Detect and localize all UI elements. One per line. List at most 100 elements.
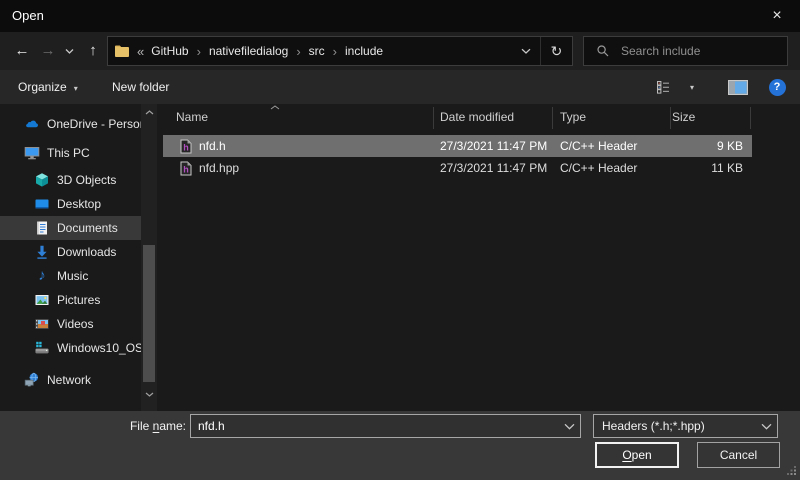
sidebar-item-network[interactable]: Network (0, 368, 141, 392)
close-icon: × (772, 7, 781, 24)
content-area: OneDrive - Persor This PC 3D Objects (0, 104, 800, 411)
sidebar-item-label: OneDrive - Persor (47, 117, 141, 131)
onedrive-icon (24, 116, 40, 132)
sidebar-item-label: Documents (57, 221, 118, 235)
svg-text:h: h (183, 142, 189, 152)
sidebar-item-label: Windows10_OS ( (57, 341, 141, 355)
sidebar-item-pictures[interactable]: Pictures (0, 288, 141, 312)
this-pc-icon (24, 145, 40, 161)
caret-up-icon (145, 110, 154, 115)
sidebar-item-windows-drive[interactable]: Windows10_OS ( (0, 336, 141, 360)
file-type: C/C++ Header (552, 139, 670, 153)
scroll-up-button[interactable] (141, 104, 157, 120)
file-date-modified: 27/3/2021 11:47 PM (433, 139, 552, 153)
refresh-icon: ↻ (551, 43, 563, 59)
organize-button[interactable]: Organize ▾ (18, 70, 78, 104)
open-dialog-window: Open × ← → ↑ « GitHub › nativefiledialog… (0, 0, 800, 480)
file-type: C/C++ Header (552, 161, 670, 175)
breadcrumb-item-nativefiledialog[interactable]: nativefiledialog (202, 44, 295, 58)
column-header-date-modified[interactable]: Date modified (440, 110, 514, 124)
open-label-mnemonic: O (622, 448, 631, 462)
preview-pane-button[interactable] (726, 80, 750, 95)
resize-grip[interactable] (787, 466, 797, 476)
filename-input[interactable] (191, 415, 558, 437)
filetype-value: Headers (*.h;*.hpp) (602, 415, 705, 437)
3d-objects-icon (34, 172, 50, 188)
preview-pane-icon (728, 80, 748, 95)
breadcrumb-item-include[interactable]: include (338, 44, 390, 58)
forward-button[interactable]: → (36, 32, 60, 70)
column-header-size[interactable]: Size (672, 110, 695, 124)
filename-combobox (190, 414, 581, 438)
search-input[interactable]: Search include (583, 36, 788, 66)
scroll-down-button[interactable] (141, 386, 157, 402)
recent-locations-button[interactable] (60, 32, 78, 70)
address-dropdown-button[interactable] (512, 37, 540, 65)
caret-down-icon (145, 392, 154, 397)
details-view-icon (656, 80, 674, 94)
close-button[interactable]: × (754, 0, 800, 32)
breadcrumb-overflow-icon[interactable]: « (137, 44, 144, 59)
sidebar-item-label: Music (57, 269, 88, 283)
view-dropdown-button[interactable]: ▾ (684, 83, 700, 92)
column-divider[interactable] (552, 107, 553, 129)
dialog-footer: File name: Headers (*.h;*.hpp) Open Canc… (0, 411, 800, 480)
chevron-down-icon (761, 423, 772, 430)
filename-label: File name: (0, 414, 186, 438)
organize-label: Organize (18, 80, 67, 94)
chevron-down-icon (65, 48, 74, 54)
folder-icon (114, 44, 130, 58)
sidebar-item-label: Pictures (57, 293, 100, 307)
file-size: 11 KB (670, 161, 752, 175)
desktop-icon (34, 196, 50, 212)
back-button[interactable]: ← (8, 32, 36, 70)
help-icon: ? (769, 79, 786, 96)
file-row-nfd-h[interactable]: h nfd.h 27/3/2021 11:47 PM C/C++ Header … (163, 135, 752, 157)
refresh-button[interactable]: ↻ (540, 37, 572, 65)
cancel-label: Cancel (720, 448, 757, 462)
command-toolbar: Organize ▾ New folder ▾ (0, 70, 800, 104)
sidebar-item-label: This PC (47, 146, 90, 160)
sidebar-item-documents[interactable]: Documents (0, 216, 141, 240)
address-bar[interactable]: « GitHub › nativefiledialog › src › incl… (107, 36, 573, 66)
videos-icon (34, 316, 50, 332)
dropdown-arrow-icon: ▾ (690, 83, 694, 92)
new-folder-button[interactable]: New folder (112, 70, 169, 104)
breadcrumb-item-github[interactable]: GitHub (144, 44, 195, 58)
back-icon: ← (15, 42, 30, 59)
open-button[interactable]: Open (595, 442, 679, 468)
navigation-pane: OneDrive - Persor This PC 3D Objects (0, 104, 141, 411)
breadcrumb-item-src[interactable]: src (302, 44, 332, 58)
up-button[interactable]: ↑ (80, 32, 106, 70)
column-header-type[interactable]: Type (560, 110, 586, 124)
sidebar-item-downloads[interactable]: Downloads (0, 240, 141, 264)
sidebar-item-desktop[interactable]: Desktop (0, 192, 141, 216)
header-file-icon: h (180, 139, 192, 154)
open-label-post: pen (632, 448, 652, 462)
sidebar-scrollbar[interactable] (141, 104, 157, 411)
sidebar-item-label: Desktop (57, 197, 101, 211)
cancel-button[interactable]: Cancel (697, 442, 780, 468)
file-name: nfd.h (199, 139, 226, 153)
sidebar-item-3d-objects[interactable]: 3D Objects (0, 168, 141, 192)
file-list: Name Date modified Type Size h nfd.h (157, 104, 800, 411)
sidebar-item-label: Network (47, 373, 91, 387)
change-view-button[interactable] (652, 80, 678, 94)
file-date-modified: 27/3/2021 11:47 PM (433, 161, 552, 175)
sidebar-item-onedrive[interactable]: OneDrive - Persor (0, 112, 141, 136)
filetype-dropdown-button[interactable] (755, 415, 777, 437)
column-divider[interactable] (433, 107, 434, 129)
file-name: nfd.hpp (199, 161, 239, 175)
scrollbar-thumb[interactable] (143, 245, 155, 382)
filename-dropdown-button[interactable] (558, 415, 580, 437)
sidebar-item-videos[interactable]: Videos (0, 312, 141, 336)
help-button[interactable]: ? (766, 79, 788, 96)
filetype-select[interactable]: Headers (*.h;*.hpp) (593, 414, 778, 438)
sidebar-item-this-pc[interactable]: This PC (0, 141, 141, 165)
column-header-name[interactable]: Name (176, 110, 208, 124)
file-row-nfd-hpp[interactable]: h nfd.hpp 27/3/2021 11:47 PM C/C++ Heade… (163, 157, 752, 179)
column-divider[interactable] (670, 107, 671, 129)
sidebar-item-music[interactable]: ♪ Music (0, 264, 141, 288)
column-divider[interactable] (750, 107, 751, 129)
svg-text:h: h (183, 164, 189, 174)
